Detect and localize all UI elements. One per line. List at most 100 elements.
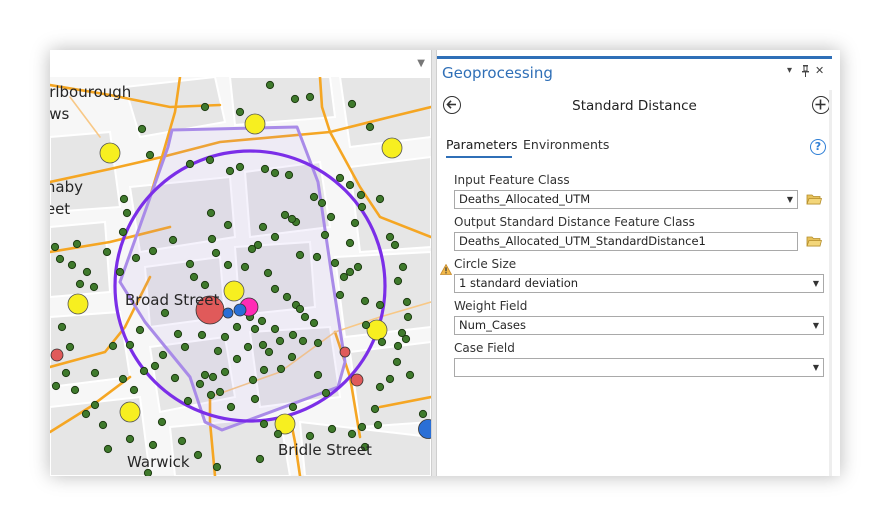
death-point[interactable]	[287, 352, 297, 362]
death-point[interactable]	[255, 454, 265, 464]
death-point[interactable]	[327, 424, 337, 434]
death-point[interactable]	[370, 404, 380, 414]
tab-environments[interactable]: Environments	[523, 137, 609, 152]
death-point[interactable]	[213, 346, 223, 356]
death-point[interactable]	[345, 267, 355, 277]
death-point[interactable]	[276, 364, 286, 374]
death-point[interactable]	[403, 312, 413, 322]
death-point[interactable]	[258, 222, 268, 232]
death-point[interactable]	[312, 252, 322, 262]
death-point[interactable]	[305, 92, 315, 102]
pane-menu-chevron-icon[interactable]: ▾	[787, 65, 792, 77]
death-point[interactable]	[264, 347, 274, 357]
help-icon[interactable]: ?	[810, 139, 826, 155]
death-point[interactable]	[211, 248, 221, 258]
death-point[interactable]	[81, 409, 91, 419]
death-point[interactable]	[398, 262, 408, 272]
tab-parameters[interactable]: Parameters	[446, 137, 518, 152]
death-point[interactable]	[339, 272, 349, 282]
death-point[interactable]	[208, 372, 218, 382]
death-point[interactable]	[160, 308, 170, 318]
death-point[interactable]	[257, 316, 267, 326]
death-point[interactable]	[260, 164, 270, 174]
pin-icon[interactable]	[801, 65, 810, 81]
death-point[interactable]	[385, 374, 395, 384]
death-point[interactable]	[393, 341, 403, 351]
death-point[interactable]	[360, 296, 370, 306]
death-point[interactable]	[158, 350, 168, 360]
pump-marker[interactable]	[223, 280, 245, 302]
map-svg[interactable]: arlbourough ews rnaby reet Broad Street Bridl…	[50, 77, 431, 476]
death-point[interactable]	[361, 320, 371, 330]
death-point[interactable]	[377, 337, 387, 347]
death-point[interactable]	[67, 260, 77, 270]
death-point[interactable]	[232, 322, 242, 332]
death-point[interactable]	[270, 232, 280, 242]
death-point[interactable]	[309, 318, 319, 328]
death-point[interactable]	[402, 297, 412, 307]
death-point[interactable]	[207, 234, 217, 244]
chevron-down-icon[interactable]: ▼	[813, 275, 819, 292]
death-point[interactable]	[405, 370, 415, 380]
death-point[interactable]	[320, 230, 330, 240]
death-point[interactable]	[225, 166, 235, 176]
chevron-down-icon[interactable]: ▼	[813, 317, 819, 334]
map-dropdown-arrow-icon[interactable]: ▼	[417, 59, 425, 69]
death-point[interactable]	[148, 246, 158, 256]
death-point[interactable]	[263, 268, 273, 278]
death-point[interactable]	[350, 218, 360, 228]
death-point[interactable]	[157, 417, 167, 427]
death-point[interactable]	[173, 329, 183, 339]
death-point[interactable]	[270, 324, 280, 334]
death-point[interactable]	[353, 262, 363, 272]
death-point[interactable]	[220, 367, 230, 377]
death-point[interactable]	[287, 214, 297, 224]
death-point[interactable]	[102, 247, 112, 257]
weight-field-select[interactable]: Num_Cases ▼	[454, 316, 824, 335]
death-point[interactable]	[305, 431, 315, 441]
death-point[interactable]	[393, 276, 403, 286]
death-point[interactable]	[288, 402, 298, 412]
death-point[interactable]	[313, 338, 323, 348]
death-point[interactable]	[243, 342, 253, 352]
death-point[interactable]	[57, 322, 67, 332]
death-point[interactable]	[139, 366, 149, 376]
death-point[interactable]	[288, 330, 298, 340]
death-point[interactable]	[309, 192, 319, 202]
death-point[interactable]	[235, 162, 245, 172]
death-point[interactable]	[390, 240, 400, 250]
chevron-down-icon[interactable]: ▼	[787, 191, 793, 208]
death-point[interactable]	[247, 244, 257, 254]
death-point[interactable]	[89, 282, 99, 292]
death-point[interactable]	[317, 198, 327, 208]
death-point[interactable]	[330, 258, 340, 268]
death-point[interactable]	[240, 262, 250, 272]
death-point[interactable]	[131, 253, 141, 263]
death-point[interactable]	[248, 375, 258, 385]
death-point[interactable]	[108, 341, 118, 351]
death-point[interactable]	[392, 357, 402, 367]
death-point[interactable]	[223, 220, 233, 230]
death-point[interactable]	[365, 122, 375, 132]
death-point[interactable]	[313, 370, 323, 380]
death-point[interactable]	[180, 342, 190, 352]
case-field-select[interactable]: ▼	[454, 358, 824, 377]
death-point[interactable]	[197, 330, 207, 340]
pump-marker-blue[interactable]	[222, 307, 234, 319]
death-point[interactable]	[223, 260, 233, 270]
death-point[interactable]	[200, 280, 210, 290]
death-point[interactable]	[145, 150, 155, 160]
death-point[interactable]	[90, 368, 100, 378]
death-point[interactable]	[235, 107, 245, 117]
death-point[interactable]	[418, 409, 428, 419]
death-point[interactable]	[250, 324, 260, 334]
death-point[interactable]	[356, 190, 366, 200]
death-point[interactable]	[103, 444, 113, 454]
output-feature-class-input[interactable]: Deaths_Allocated_UTM_StandardDistance1	[454, 232, 798, 251]
death-point[interactable]	[205, 155, 215, 165]
death-point[interactable]	[61, 368, 71, 378]
death-point[interactable]	[357, 422, 367, 432]
death-point[interactable]	[118, 374, 128, 384]
death-point[interactable]	[168, 235, 178, 245]
death-point[interactable]	[50, 242, 60, 252]
